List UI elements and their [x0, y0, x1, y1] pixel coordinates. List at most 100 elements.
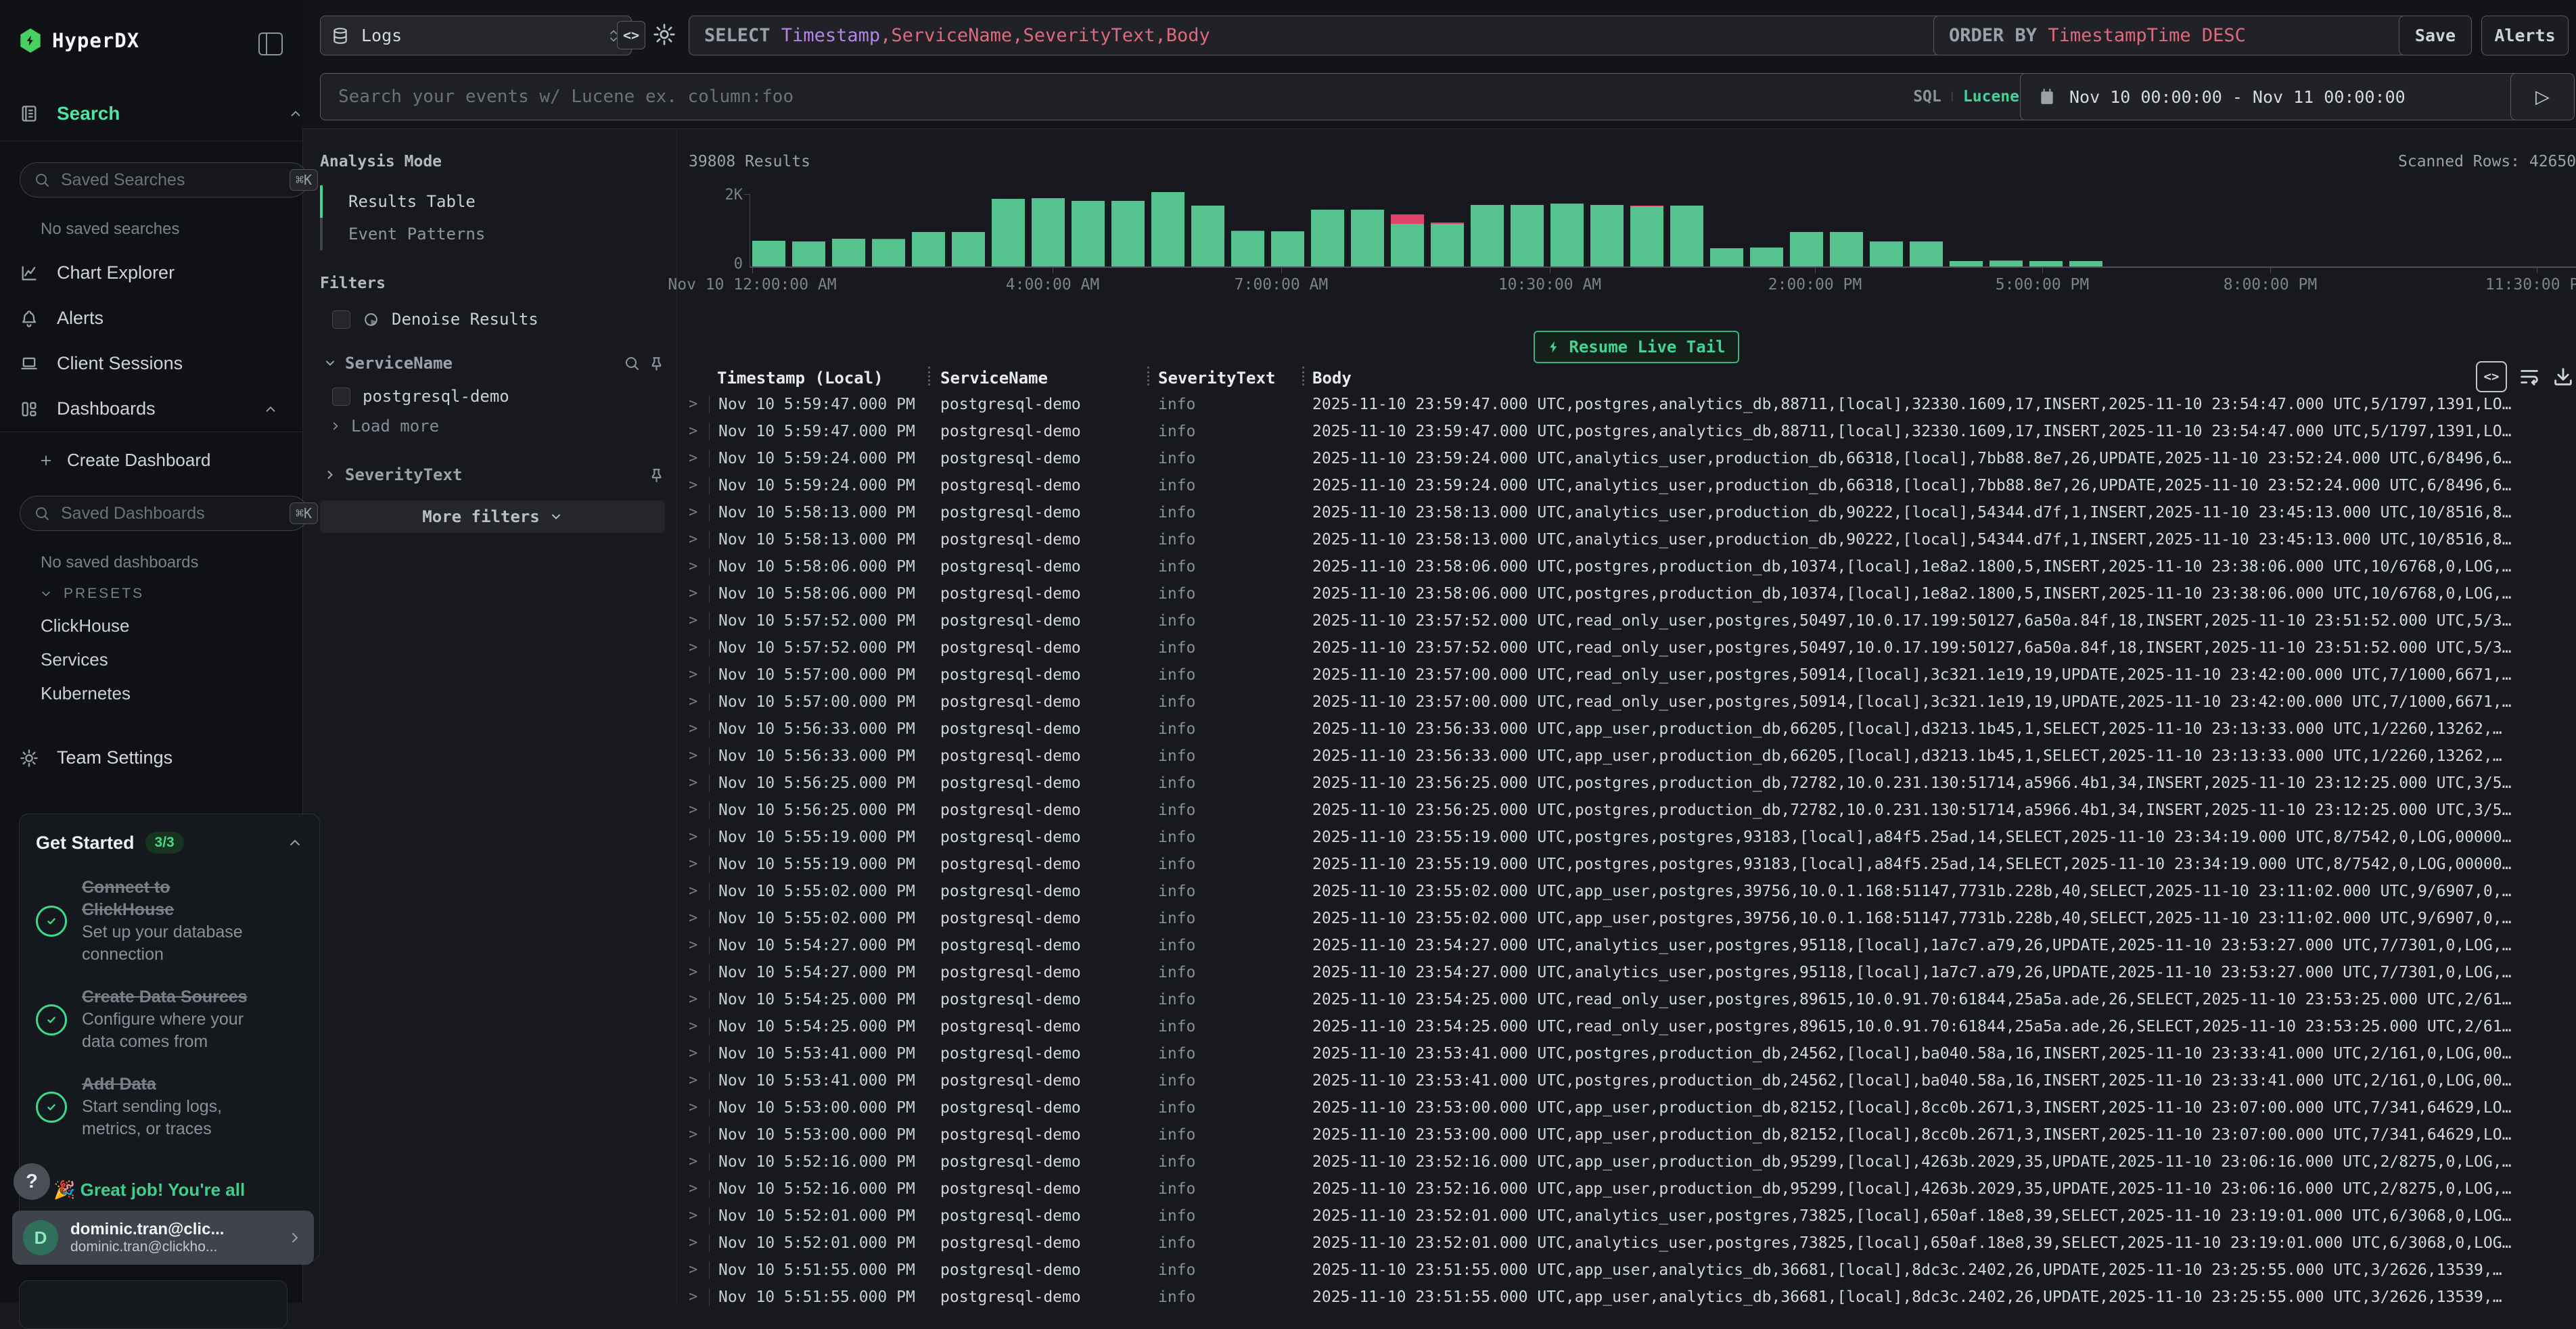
get-started-item[interactable]: Create Data SourcesConfigure where your … [36, 986, 303, 1053]
histogram-bar[interactable] [1351, 210, 1384, 266]
histogram-bar[interactable] [1311, 210, 1344, 266]
search-icon[interactable] [624, 355, 640, 371]
histogram-bar[interactable] [792, 241, 825, 266]
filter-option-postgresql-demo[interactable]: postgresql-demo [332, 387, 509, 406]
histogram-bar[interactable] [952, 232, 985, 266]
code-view-button[interactable]: <> [617, 21, 645, 49]
histogram-bar[interactable] [752, 241, 785, 266]
pin-icon[interactable] [648, 355, 665, 372]
histogram-bar[interactable] [1870, 241, 1903, 266]
log-row[interactable]: >Nov 10 5:54:27.000 PMpostgresql-demoinf… [683, 932, 2576, 959]
expand-row-icon[interactable]: > [689, 824, 697, 851]
log-row[interactable]: >Nov 10 5:56:33.000 PMpostgresql-demoinf… [683, 743, 2576, 770]
histogram-bar[interactable] [1790, 232, 1823, 266]
log-row[interactable]: >Nov 10 5:57:52.000 PMpostgresql-demoinf… [683, 634, 2576, 661]
histogram-bar[interactable] [1271, 231, 1304, 266]
expand-row-icon[interactable]: > [689, 1175, 697, 1203]
tab-event-patterns[interactable]: Event Patterns [320, 218, 665, 250]
log-row[interactable]: >Nov 10 5:55:19.000 PMpostgresql-demoinf… [683, 851, 2576, 878]
expand-row-icon[interactable]: > [689, 1284, 697, 1311]
histogram-bar[interactable] [1511, 205, 1544, 266]
log-row[interactable]: >Nov 10 5:58:06.000 PMpostgresql-demoinf… [683, 580, 2576, 607]
preset-services[interactable]: Services [0, 643, 108, 676]
histogram-bar[interactable] [1072, 201, 1105, 266]
log-row[interactable]: >Nov 10 5:57:00.000 PMpostgresql-demoinf… [683, 661, 2576, 689]
log-row[interactable]: >Nov 10 5:56:33.000 PMpostgresql-demoinf… [683, 716, 2576, 743]
histogram-bar[interactable] [1910, 241, 1943, 266]
expand-row-icon[interactable]: > [689, 1230, 697, 1257]
expand-row-icon[interactable]: > [689, 580, 697, 607]
run-query-button[interactable]: ▷ [2510, 73, 2575, 120]
histogram-bar[interactable] [1990, 260, 2023, 266]
source-select[interactable]: Logs [320, 16, 632, 55]
expand-row-icon[interactable]: > [689, 1067, 697, 1094]
event-search-input[interactable] [337, 86, 1913, 108]
histogram-bar[interactable] [1191, 206, 1224, 266]
select-clause-input[interactable]: SELECT Timestamp,ServiceName,SeverityTex… [689, 16, 1956, 55]
expand-row-icon[interactable]: > [689, 391, 697, 418]
expand-row-icon[interactable]: > [689, 1013, 697, 1040]
log-row[interactable]: >Nov 10 5:59:24.000 PMpostgresql-demoinf… [683, 472, 2576, 499]
log-row[interactable]: >Nov 10 5:56:25.000 PMpostgresql-demoinf… [683, 770, 2576, 797]
expand-row-icon[interactable]: > [689, 472, 697, 499]
filter-group-severitytext[interactable]: SeverityText [323, 465, 665, 484]
presets-section-header[interactable]: PRESETS [39, 586, 144, 602]
expand-row-icon[interactable]: > [689, 445, 697, 472]
preset-clickhouse[interactable]: ClickHouse [0, 609, 130, 643]
alerts-button[interactable]: Alerts [2481, 16, 2569, 55]
expand-row-icon[interactable]: > [689, 1148, 697, 1175]
column-resize-handle[interactable] [1147, 367, 1149, 386]
column-header-body[interactable]: Body [1312, 369, 1352, 388]
log-row[interactable]: >Nov 10 5:58:13.000 PMpostgresql-demoinf… [683, 526, 2576, 553]
histogram-bar[interactable] [1630, 206, 1663, 266]
histogram-bar[interactable] [1710, 248, 1743, 266]
expand-row-icon[interactable]: > [689, 661, 697, 689]
postgresql-demo-checkbox[interactable] [332, 388, 350, 406]
histogram-bar[interactable] [2069, 261, 2102, 266]
get-started-item[interactable]: Add DataStart sending logs, metrics, or … [36, 1073, 303, 1140]
sidebar-item-dashboards[interactable]: Dashboards [0, 386, 302, 432]
log-row[interactable]: >Nov 10 5:56:25.000 PMpostgresql-demoinf… [683, 797, 2576, 824]
sql-toggle[interactable]: SQL [1913, 88, 1941, 106]
expand-row-icon[interactable]: > [689, 986, 697, 1013]
chevron-up-icon[interactable] [287, 835, 303, 851]
expand-row-icon[interactable]: > [689, 797, 697, 824]
sidebar-item-search[interactable]: Search [0, 103, 322, 124]
sidebar-collapse-button[interactable] [258, 32, 283, 55]
lucene-toggle[interactable]: Lucene [1963, 88, 2019, 106]
expand-row-icon[interactable]: > [689, 1040, 697, 1067]
histogram-bar[interactable] [2029, 261, 2063, 266]
expand-row-icon[interactable]: > [689, 1203, 697, 1230]
histogram-bar[interactable] [1391, 214, 1424, 266]
column-resize-handle[interactable] [928, 367, 930, 386]
log-row[interactable]: >Nov 10 5:51:55.000 PMpostgresql-demoinf… [683, 1284, 2576, 1311]
expand-row-icon[interactable]: > [689, 553, 697, 580]
expand-row-icon[interactable]: > [689, 526, 697, 553]
preset-kubernetes[interactable]: Kubernetes [0, 676, 131, 710]
expand-row-icon[interactable]: > [689, 770, 697, 797]
chevron-up-icon[interactable] [288, 106, 303, 121]
histogram-bar[interactable] [1032, 198, 1065, 266]
get-started-item[interactable]: Connect to ClickHouseSet up your databas… [36, 877, 303, 966]
expand-row-icon[interactable]: > [689, 689, 697, 716]
order-by-input[interactable]: ORDER BY TimestampTime DESC [1933, 16, 2420, 55]
log-row[interactable]: >Nov 10 5:55:19.000 PMpostgresql-demoinf… [683, 824, 2576, 851]
log-row[interactable]: >Nov 10 5:53:00.000 PMpostgresql-demoinf… [683, 1121, 2576, 1148]
log-row[interactable]: >Nov 10 5:58:06.000 PMpostgresql-demoinf… [683, 553, 2576, 580]
denoise-results-row[interactable]: Denoise Results [332, 310, 538, 329]
histogram-bar[interactable] [1471, 205, 1504, 266]
log-row[interactable]: >Nov 10 5:52:16.000 PMpostgresql-demoinf… [683, 1148, 2576, 1175]
log-row[interactable]: >Nov 10 5:52:16.000 PMpostgresql-demoinf… [683, 1175, 2576, 1203]
sidebar-item-chart-explorer[interactable]: Chart Explorer [0, 250, 302, 296]
sidebar-item-alerts[interactable]: Alerts [0, 296, 302, 341]
denoise-checkbox[interactable] [332, 310, 350, 329]
expand-row-icon[interactable]: > [689, 905, 697, 932]
column-resize-handle[interactable] [1302, 367, 1304, 386]
log-row[interactable]: >Nov 10 5:58:13.000 PMpostgresql-demoinf… [683, 499, 2576, 526]
histogram-bar[interactable] [1550, 204, 1584, 266]
wrap-lines-icon[interactable] [2518, 365, 2541, 388]
source-settings-gear-icon[interactable] [652, 22, 676, 47]
column-header-servicename[interactable]: ServiceName [940, 369, 1048, 388]
histogram-bar[interactable] [992, 199, 1025, 266]
histogram-bar[interactable] [912, 232, 945, 266]
